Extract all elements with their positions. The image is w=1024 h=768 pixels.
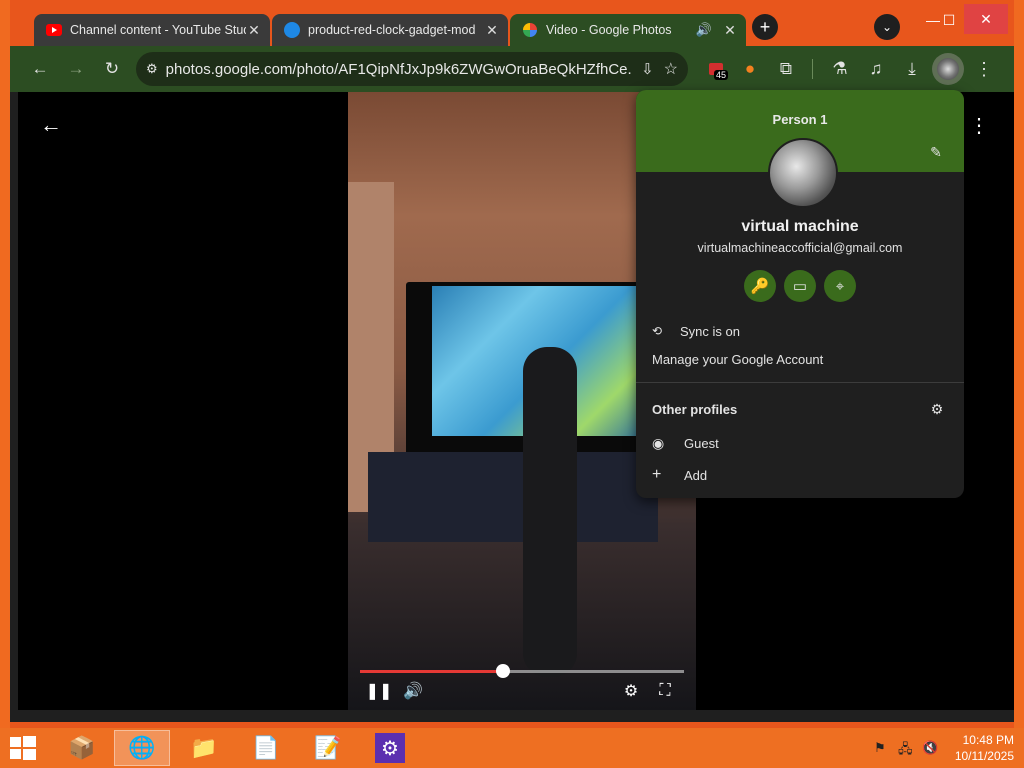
- other-profiles-heading: Other profiles: [636, 394, 964, 424]
- browser-menu-icon[interactable]: ⋮: [970, 55, 998, 83]
- install-app-icon[interactable]: ⇩: [641, 60, 654, 78]
- tab-title: Video - Google Photos: [546, 23, 672, 37]
- site-info-icon[interactable]: ⚙: [146, 61, 158, 77]
- video-scene-vacuum: [523, 347, 577, 677]
- reload-icon[interactable]: ↻: [98, 55, 126, 83]
- winrar-icon[interactable]: 📦: [54, 730, 110, 766]
- maximize-button[interactable]: ☐: [934, 6, 964, 34]
- video-scene-tv-stand: [368, 452, 658, 542]
- downloads-icon[interactable]: ⤓: [898, 55, 926, 83]
- address-bar[interactable]: ⚙ photos.google.com/photo/AF1QipNfJxJp9k…: [136, 52, 688, 86]
- start-button[interactable]: [8, 734, 38, 762]
- close-window-button[interactable]: ✕: [964, 4, 1008, 34]
- addresses-location-icon[interactable]: ⌖: [824, 270, 856, 302]
- bookmark-star-icon[interactable]: ☆: [664, 59, 678, 79]
- profile-menu-divider: [636, 382, 964, 383]
- site-favicon-icon: [284, 22, 300, 38]
- browser-icon[interactable]: 🌐: [114, 730, 170, 766]
- extensions-puzzle-icon[interactable]: ⧉: [772, 55, 800, 83]
- file-explorer-icon[interactable]: 📁: [176, 730, 232, 766]
- youtube-icon: [46, 24, 62, 36]
- tab-search-button[interactable]: ⌄: [874, 14, 900, 40]
- url-text: photos.google.com/photo/AF1QipNfJxJp9k6Z…: [165, 60, 632, 78]
- clock-time: 10:48 PM: [962, 733, 1014, 747]
- other-profiles-label: Other profiles: [652, 401, 738, 417]
- tab-title: product-red-clock-gadget-mod: [308, 23, 476, 37]
- action-center-flag-icon[interactable]: ⚑: [874, 740, 886, 756]
- audio-playing-icon[interactable]: 🔊: [696, 22, 712, 38]
- profile-avatar-button[interactable]: [932, 53, 964, 85]
- new-tab-button[interactable]: +: [752, 14, 778, 40]
- fullscreen-icon[interactable]: ⛶: [654, 680, 676, 702]
- sync-status-row[interactable]: ⟲ Sync is on: [636, 316, 964, 346]
- taskbar: 📦 🌐 📁 📄 📝 ⚙ ⚑ 🖧 🔇 10:48 PM 10/11/2025: [0, 728, 1024, 768]
- media-controls-icon[interactable]: ♫: [862, 55, 890, 83]
- guest-label: Guest: [684, 435, 719, 451]
- volume-muted-icon[interactable]: 🔇: [922, 740, 938, 756]
- profile-email: virtualmachineaccofficial@gmail.com: [697, 241, 903, 255]
- video-progress-handle[interactable]: [495, 664, 510, 678]
- guest-person-icon: ◉: [652, 434, 665, 451]
- extension-red-icon[interactable]: 45: [702, 55, 730, 83]
- tab-google-photos[interactable]: Video - Google Photos 🔊 ✕: [510, 14, 746, 46]
- video-progress-bar[interactable]: [360, 664, 684, 678]
- tab-title: Channel content - YouTube Stud: [70, 23, 246, 37]
- clock-date: 10/11/2025: [954, 749, 1014, 763]
- settings-icon[interactable]: ⚙: [362, 730, 418, 766]
- pause-icon[interactable]: ❚❚: [366, 680, 393, 702]
- profile-avatar: [768, 138, 838, 208]
- add-profile-item[interactable]: + Add: [636, 460, 964, 490]
- extension-badge: 45: [714, 70, 729, 80]
- tab-strip: Channel content - YouTube Stud ✕ product…: [10, 0, 1014, 46]
- profile-header-title: Person 1: [772, 112, 828, 127]
- toolbar-divider: [812, 59, 813, 79]
- edit-profile-pencil-icon[interactable]: ✎: [926, 142, 946, 162]
- back-icon[interactable]: ←: [26, 55, 54, 83]
- manage-profiles-gear-icon[interactable]: ⚙: [928, 400, 946, 418]
- payment-card-icon[interactable]: ▭: [784, 270, 816, 302]
- tab-product-clock[interactable]: product-red-clock-gadget-mod ✕: [272, 14, 508, 46]
- profile-menu-popup: Person 1 ✎ virtual machine virtualmachin…: [636, 90, 964, 498]
- sync-icon: ⟲: [652, 324, 663, 338]
- viewer-more-options-icon[interactable]: ⋮: [969, 112, 989, 138]
- forward-icon[interactable]: →: [62, 55, 90, 83]
- network-icon[interactable]: 🖧: [898, 740, 913, 762]
- profile-name: virtual machine: [741, 218, 859, 235]
- manage-account-link[interactable]: Manage your Google Account: [636, 344, 964, 374]
- add-label: Add: [684, 467, 708, 483]
- add-plus-icon: +: [652, 466, 662, 483]
- notepad-icon[interactable]: 📄: [238, 730, 294, 766]
- close-tab-icon[interactable]: ✕: [246, 22, 262, 39]
- volume-icon[interactable]: 🔊: [402, 680, 424, 702]
- guest-profile-item[interactable]: ◉ Guest: [636, 428, 964, 458]
- desktop-background-right: [1014, 0, 1024, 728]
- passwords-key-icon[interactable]: 🔑: [744, 270, 776, 302]
- extension-orange-icon[interactable]: ●: [736, 55, 764, 83]
- tab-youtube-studio[interactable]: Channel content - YouTube Stud ✕: [34, 14, 270, 46]
- close-tab-icon[interactable]: ✕: [722, 22, 738, 39]
- close-tab-icon[interactable]: ✕: [484, 22, 500, 39]
- video-progress-fill: [360, 670, 503, 673]
- taskbar-clock[interactable]: 10:48 PM 10/11/2025: [955, 732, 1014, 764]
- avatar: [937, 58, 959, 80]
- back-arrow-icon[interactable]: ←: [38, 112, 64, 138]
- labs-flask-icon[interactable]: ⚗: [826, 55, 854, 83]
- google-photos-icon: [523, 23, 537, 37]
- browser-toolbar: ← → ↻ ⚙ photos.google.com/photo/AF1QipNf…: [10, 46, 1014, 92]
- desktop-background-left: [0, 0, 10, 728]
- windows-logo-icon: [10, 736, 36, 760]
- sync-label: Sync is on: [680, 323, 740, 339]
- video-settings-icon[interactable]: ⚙: [620, 680, 642, 702]
- editor-icon[interactable]: 📝: [300, 730, 356, 766]
